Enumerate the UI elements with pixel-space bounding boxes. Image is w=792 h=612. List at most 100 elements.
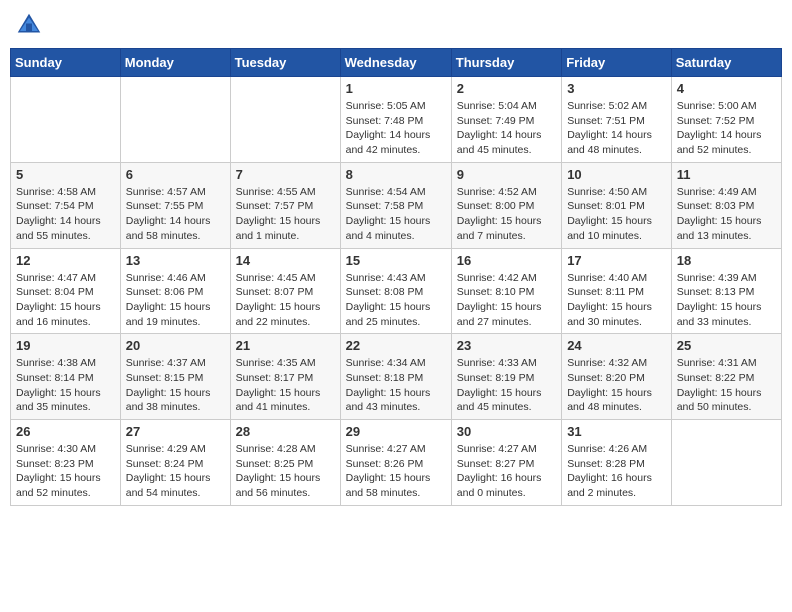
day-number: 15 bbox=[346, 253, 446, 268]
calendar-cell: 7 Sunrise: 4:55 AM Sunset: 7:57 PM Dayli… bbox=[230, 162, 340, 248]
week-row-5: 26 Sunrise: 4:30 AM Sunset: 8:23 PM Dayl… bbox=[11, 420, 782, 506]
calendar-cell: 31 Sunrise: 4:26 AM Sunset: 8:28 PM Dayl… bbox=[562, 420, 672, 506]
day-number: 31 bbox=[567, 424, 666, 439]
day-number: 8 bbox=[346, 167, 446, 182]
calendar-cell: 14 Sunrise: 4:45 AM Sunset: 8:07 PM Dayl… bbox=[230, 248, 340, 334]
page-header bbox=[10, 10, 782, 40]
calendar-cell: 18 Sunrise: 4:39 AM Sunset: 8:13 PM Dayl… bbox=[671, 248, 781, 334]
sunset-text: Sunset: 8:11 PM bbox=[567, 286, 644, 298]
sunrise-text: Sunrise: 4:30 AM bbox=[16, 443, 96, 455]
daylight-text: Daylight: 15 hours and 56 minutes. bbox=[236, 472, 321, 499]
calendar-cell: 21 Sunrise: 4:35 AM Sunset: 8:17 PM Dayl… bbox=[230, 334, 340, 420]
cell-content: Sunrise: 5:02 AM Sunset: 7:51 PM Dayligh… bbox=[567, 99, 666, 158]
daylight-text: Daylight: 15 hours and 7 minutes. bbox=[457, 215, 542, 242]
day-number: 10 bbox=[567, 167, 666, 182]
day-number: 1 bbox=[346, 81, 446, 96]
day-number: 11 bbox=[677, 167, 776, 182]
sunset-text: Sunset: 8:28 PM bbox=[567, 458, 645, 470]
sunrise-text: Sunrise: 4:43 AM bbox=[346, 272, 426, 284]
daylight-text: Daylight: 15 hours and 33 minutes. bbox=[677, 301, 762, 328]
cell-content: Sunrise: 4:28 AM Sunset: 8:25 PM Dayligh… bbox=[236, 442, 335, 501]
calendar-header: SundayMondayTuesdayWednesdayThursdayFrid… bbox=[11, 49, 782, 77]
cell-content: Sunrise: 4:57 AM Sunset: 7:55 PM Dayligh… bbox=[126, 185, 225, 244]
daylight-text: Daylight: 15 hours and 1 minute. bbox=[236, 215, 321, 242]
sunrise-text: Sunrise: 5:04 AM bbox=[457, 100, 537, 112]
cell-content: Sunrise: 5:04 AM Sunset: 7:49 PM Dayligh… bbox=[457, 99, 556, 158]
day-number: 22 bbox=[346, 338, 446, 353]
daylight-text: Daylight: 15 hours and 45 minutes. bbox=[457, 387, 542, 414]
calendar-cell: 4 Sunrise: 5:00 AM Sunset: 7:52 PM Dayli… bbox=[671, 77, 781, 163]
sunrise-text: Sunrise: 4:58 AM bbox=[16, 186, 96, 198]
calendar-cell: 5 Sunrise: 4:58 AM Sunset: 7:54 PM Dayli… bbox=[11, 162, 121, 248]
cell-content: Sunrise: 4:42 AM Sunset: 8:10 PM Dayligh… bbox=[457, 271, 556, 330]
cell-content: Sunrise: 4:45 AM Sunset: 8:07 PM Dayligh… bbox=[236, 271, 335, 330]
week-row-3: 12 Sunrise: 4:47 AM Sunset: 8:04 PM Dayl… bbox=[11, 248, 782, 334]
sunrise-text: Sunrise: 4:42 AM bbox=[457, 272, 537, 284]
day-number: 9 bbox=[457, 167, 556, 182]
sunrise-text: Sunrise: 4:52 AM bbox=[457, 186, 537, 198]
sunrise-text: Sunrise: 4:35 AM bbox=[236, 357, 316, 369]
daylight-text: Daylight: 15 hours and 10 minutes. bbox=[567, 215, 652, 242]
sunset-text: Sunset: 8:13 PM bbox=[677, 286, 755, 298]
cell-content: Sunrise: 4:55 AM Sunset: 7:57 PM Dayligh… bbox=[236, 185, 335, 244]
sunset-text: Sunset: 8:17 PM bbox=[236, 372, 314, 384]
cell-content: Sunrise: 4:29 AM Sunset: 8:24 PM Dayligh… bbox=[126, 442, 225, 501]
daylight-text: Daylight: 16 hours and 0 minutes. bbox=[457, 472, 542, 499]
daylight-text: Daylight: 14 hours and 55 minutes. bbox=[16, 215, 101, 242]
daylight-text: Daylight: 15 hours and 52 minutes. bbox=[16, 472, 101, 499]
sunset-text: Sunset: 8:20 PM bbox=[567, 372, 645, 384]
sunset-text: Sunset: 8:27 PM bbox=[457, 458, 535, 470]
cell-content: Sunrise: 5:00 AM Sunset: 7:52 PM Dayligh… bbox=[677, 99, 776, 158]
sunrise-text: Sunrise: 4:34 AM bbox=[346, 357, 426, 369]
calendar-cell bbox=[671, 420, 781, 506]
day-number: 14 bbox=[236, 253, 335, 268]
sunset-text: Sunset: 7:54 PM bbox=[16, 200, 94, 212]
calendar-cell: 2 Sunrise: 5:04 AM Sunset: 7:49 PM Dayli… bbox=[451, 77, 561, 163]
cell-content: Sunrise: 4:39 AM Sunset: 8:13 PM Dayligh… bbox=[677, 271, 776, 330]
sunrise-text: Sunrise: 4:40 AM bbox=[567, 272, 647, 284]
sunset-text: Sunset: 7:51 PM bbox=[567, 115, 645, 127]
sunset-text: Sunset: 7:48 PM bbox=[346, 115, 424, 127]
day-number: 3 bbox=[567, 81, 666, 96]
daylight-text: Daylight: 15 hours and 27 minutes. bbox=[457, 301, 542, 328]
calendar-cell: 23 Sunrise: 4:33 AM Sunset: 8:19 PM Dayl… bbox=[451, 334, 561, 420]
daylight-text: Daylight: 15 hours and 22 minutes. bbox=[236, 301, 321, 328]
calendar-cell: 19 Sunrise: 4:38 AM Sunset: 8:14 PM Dayl… bbox=[11, 334, 121, 420]
sunset-text: Sunset: 8:08 PM bbox=[346, 286, 424, 298]
daylight-text: Daylight: 14 hours and 48 minutes. bbox=[567, 129, 652, 156]
sunset-text: Sunset: 7:58 PM bbox=[346, 200, 424, 212]
calendar-cell: 20 Sunrise: 4:37 AM Sunset: 8:15 PM Dayl… bbox=[120, 334, 230, 420]
calendar-table: SundayMondayTuesdayWednesdayThursdayFrid… bbox=[10, 48, 782, 506]
cell-content: Sunrise: 4:33 AM Sunset: 8:19 PM Dayligh… bbox=[457, 356, 556, 415]
calendar-cell: 12 Sunrise: 4:47 AM Sunset: 8:04 PM Dayl… bbox=[11, 248, 121, 334]
day-header-wednesday: Wednesday bbox=[340, 49, 451, 77]
day-number: 30 bbox=[457, 424, 556, 439]
daylight-text: Daylight: 15 hours and 4 minutes. bbox=[346, 215, 431, 242]
calendar-cell: 17 Sunrise: 4:40 AM Sunset: 8:11 PM Dayl… bbox=[562, 248, 672, 334]
sunrise-text: Sunrise: 4:29 AM bbox=[126, 443, 206, 455]
sunset-text: Sunset: 8:23 PM bbox=[16, 458, 94, 470]
daylight-text: Daylight: 15 hours and 25 minutes. bbox=[346, 301, 431, 328]
calendar-cell: 27 Sunrise: 4:29 AM Sunset: 8:24 PM Dayl… bbox=[120, 420, 230, 506]
daylight-text: Daylight: 15 hours and 19 minutes. bbox=[126, 301, 211, 328]
sunset-text: Sunset: 8:22 PM bbox=[677, 372, 755, 384]
cell-content: Sunrise: 4:34 AM Sunset: 8:18 PM Dayligh… bbox=[346, 356, 446, 415]
day-number: 5 bbox=[16, 167, 115, 182]
sunrise-text: Sunrise: 5:05 AM bbox=[346, 100, 426, 112]
sunrise-text: Sunrise: 4:55 AM bbox=[236, 186, 316, 198]
day-number: 16 bbox=[457, 253, 556, 268]
sunset-text: Sunset: 7:55 PM bbox=[126, 200, 204, 212]
daylight-text: Daylight: 15 hours and 43 minutes. bbox=[346, 387, 431, 414]
sunset-text: Sunset: 8:03 PM bbox=[677, 200, 755, 212]
calendar-cell: 29 Sunrise: 4:27 AM Sunset: 8:26 PM Dayl… bbox=[340, 420, 451, 506]
sunrise-text: Sunrise: 4:32 AM bbox=[567, 357, 647, 369]
sunrise-text: Sunrise: 4:54 AM bbox=[346, 186, 426, 198]
sunrise-text: Sunrise: 4:39 AM bbox=[677, 272, 757, 284]
sunrise-text: Sunrise: 4:47 AM bbox=[16, 272, 96, 284]
sunset-text: Sunset: 7:49 PM bbox=[457, 115, 535, 127]
sunrise-text: Sunrise: 4:26 AM bbox=[567, 443, 647, 455]
cell-content: Sunrise: 4:26 AM Sunset: 8:28 PM Dayligh… bbox=[567, 442, 666, 501]
sunset-text: Sunset: 7:52 PM bbox=[677, 115, 755, 127]
daylight-text: Daylight: 15 hours and 58 minutes. bbox=[346, 472, 431, 499]
day-header-friday: Friday bbox=[562, 49, 672, 77]
